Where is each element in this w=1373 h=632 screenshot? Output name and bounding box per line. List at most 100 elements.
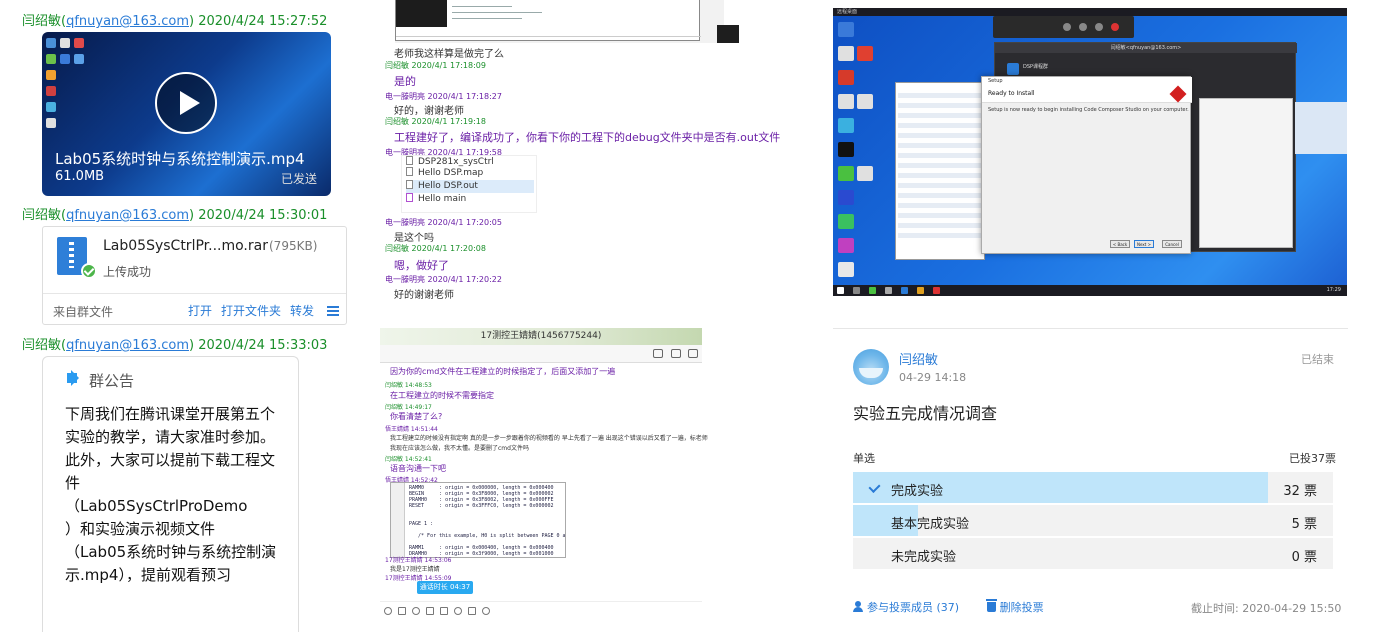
- poll-title: 实验五完成情况调查: [853, 404, 998, 423]
- taskbar-icon[interactable]: [933, 287, 940, 294]
- forward-button[interactable]: 转发: [290, 302, 314, 319]
- taskbar-clock: 17:29: [1326, 287, 1341, 293]
- announcement-line: 下周我们在腾讯课堂开展第五个实验的教学，请大家准时参加。: [65, 405, 276, 446]
- taskbar-icon[interactable]: [885, 287, 892, 294]
- audio-icon[interactable]: [468, 607, 476, 615]
- scissors-icon[interactable]: [412, 607, 420, 615]
- desktop-icon: [60, 38, 70, 48]
- app-icon: [1007, 63, 1019, 75]
- desktop-icon: [46, 118, 56, 128]
- desktop-icon[interactable]: [838, 166, 854, 181]
- delete-poll-button[interactable]: 删除投票: [985, 599, 1044, 614]
- file-name[interactable]: Lab05SysCtrlPr...mo.rar: [103, 238, 268, 254]
- video-call-icon[interactable]: [671, 349, 681, 358]
- poll-option[interactable]: 完成实验 32 票: [853, 472, 1333, 503]
- taskbar-icon[interactable]: [853, 287, 860, 294]
- window-title: 闫绍敏<qfnuyan@163.com>: [995, 43, 1297, 53]
- emoji-icon[interactable]: [384, 607, 392, 615]
- cancel-button[interactable]: Cancel: [1162, 240, 1182, 248]
- sender-email-link[interactable]: qfnuyan@163.com: [66, 208, 189, 223]
- code-screenshot: RAMM0 : origin = 0x000000, length = 0x00…: [390, 482, 566, 558]
- desktop-icon: [46, 86, 56, 96]
- chat-sender: 闫绍敏 14:52:41: [385, 456, 432, 463]
- poll-deadline: 截止时间: 2020-04-29 15:50: [1191, 602, 1342, 615]
- remote-control-bar[interactable]: [993, 16, 1134, 38]
- success-check-icon: [81, 263, 97, 279]
- explorer-row: [898, 223, 984, 228]
- start-icon[interactable]: [837, 287, 844, 294]
- taskbar-icon[interactable]: [869, 287, 876, 294]
- chat-sender: 电一滕明亮 2020/4/1 17:20:22: [385, 275, 502, 284]
- poll-option[interactable]: 未完成实验 0 票: [853, 538, 1333, 569]
- poll-option[interactable]: 基本完成实验 5 票: [853, 505, 1333, 536]
- taskbar: 17:29: [833, 285, 1347, 296]
- open-folder-button[interactable]: 打开文件夹: [221, 302, 281, 319]
- next-button[interactable]: Next >: [1134, 240, 1154, 248]
- chat-message: 工程建好了，编译成功了，你看下你的工程下的debug文件夹中是否有.out文件: [394, 131, 781, 144]
- desktop-icon[interactable]: [838, 190, 854, 205]
- gif-icon[interactable]: [398, 607, 406, 615]
- option-label: 未完成实验: [891, 550, 957, 565]
- chat-message: 老师我这样算是做完了么: [394, 49, 504, 60]
- chat-message: 你看清楚了么?: [390, 412, 443, 421]
- desktop-icon[interactable]: [838, 142, 854, 157]
- megaphone-icon: [67, 370, 79, 386]
- video-message[interactable]: Lab05系统时钟与系统控制演示.mp4 61.0MB 已发送: [42, 32, 331, 196]
- explorer-row: [898, 173, 984, 178]
- open-file-button[interactable]: 打开: [188, 302, 212, 319]
- taskbar-icon[interactable]: [917, 287, 924, 294]
- sender-email-link[interactable]: qfnuyan@163.com: [66, 14, 189, 29]
- desktop-icon[interactable]: [838, 118, 854, 133]
- screen-share-icon[interactable]: [454, 607, 462, 615]
- back-button[interactable]: < Back: [1110, 240, 1130, 248]
- group-announcement-card[interactable]: 群公告 下周我们在腾讯课堂开展第五个实验的教学，请大家准时参加。 此外，大家可以…: [42, 356, 299, 632]
- setup-title-bar: Setup: [982, 77, 1192, 85]
- menu-icon[interactable]: [327, 306, 339, 316]
- control-icon[interactable]: [1063, 23, 1071, 31]
- desktop-icon[interactable]: [857, 46, 873, 61]
- app-window-name: DSP课程群: [1023, 64, 1049, 70]
- avatar[interactable]: [853, 349, 889, 385]
- poll-author[interactable]: 闫绍敏: [899, 349, 938, 368]
- video-title: Lab05系统时钟与系统控制演示.mp4: [55, 150, 305, 168]
- desktop-icon[interactable]: [857, 166, 873, 181]
- more-icon[interactable]: [688, 349, 698, 358]
- file-row-selected: Hello DSP.out: [406, 180, 534, 193]
- desktop-icon[interactable]: [838, 46, 854, 61]
- desktop-icon[interactable]: [838, 70, 854, 85]
- close-icon[interactable]: [1111, 23, 1119, 31]
- file-explorer-window[interactable]: [895, 82, 985, 260]
- chat-window-2: 17测控王婧婧(1456775244) 因为你的cmd文件在工程建立的时候指定了…: [380, 328, 708, 618]
- phone-icon[interactable]: [653, 349, 663, 358]
- file-list-screenshot: DSP281x_sysCtrl Hello DSP.map Hello DSP.…: [401, 155, 537, 213]
- desktop-icon[interactable]: [838, 22, 854, 37]
- control-icon[interactable]: [1095, 23, 1103, 31]
- explorer-row: [898, 203, 984, 208]
- chat-message: 嗯，做好了: [394, 259, 449, 272]
- poll-card: 闫绍敏 04-29 14:18 已结束 实验五完成情况调查 单选 已投37票 完…: [833, 328, 1348, 622]
- user-icon: [853, 601, 863, 612]
- desktop-icon[interactable]: [857, 94, 873, 109]
- setup-wizard-window[interactable]: Setup Ready to Install Setup is now read…: [981, 76, 1192, 254]
- chat-sender: 闫绍敏 14:49:17: [385, 404, 432, 411]
- taskbar-icon[interactable]: [901, 287, 908, 294]
- sender-email-link[interactable]: qfnuyan@163.com: [66, 338, 189, 353]
- play-icon[interactable]: [155, 72, 217, 134]
- image-icon[interactable]: [440, 607, 448, 615]
- control-icon[interactable]: [1079, 23, 1087, 31]
- desktop-icon[interactable]: [838, 262, 854, 277]
- desktop-icon[interactable]: [838, 94, 854, 109]
- desktop-icon[interactable]: [838, 238, 854, 253]
- poll-footer: 参与投票成员 (37) 删除投票: [853, 599, 1044, 615]
- folder-icon[interactable]: [426, 607, 434, 615]
- explorer-row: [898, 153, 984, 158]
- desktop-icon[interactable]: [838, 214, 854, 229]
- call-duration-badge[interactable]: 通话时长 04:37: [417, 581, 473, 594]
- announcement-line: ）和实验演示视频文件: [65, 520, 216, 538]
- chat-sender: 闫绍敏 2020/4/1 17:18:09: [385, 61, 486, 70]
- chat-message: 在工程建立的时候不需要指定: [390, 391, 494, 400]
- explorer-row: [898, 143, 984, 148]
- announcement-body: 下周我们在腾讯课堂开展第五个实验的教学，请大家准时参加。 此外，大家可以提前下载…: [65, 403, 289, 587]
- members-link[interactable]: 参与投票成员 (37): [853, 601, 959, 614]
- history-icon[interactable]: [482, 607, 490, 615]
